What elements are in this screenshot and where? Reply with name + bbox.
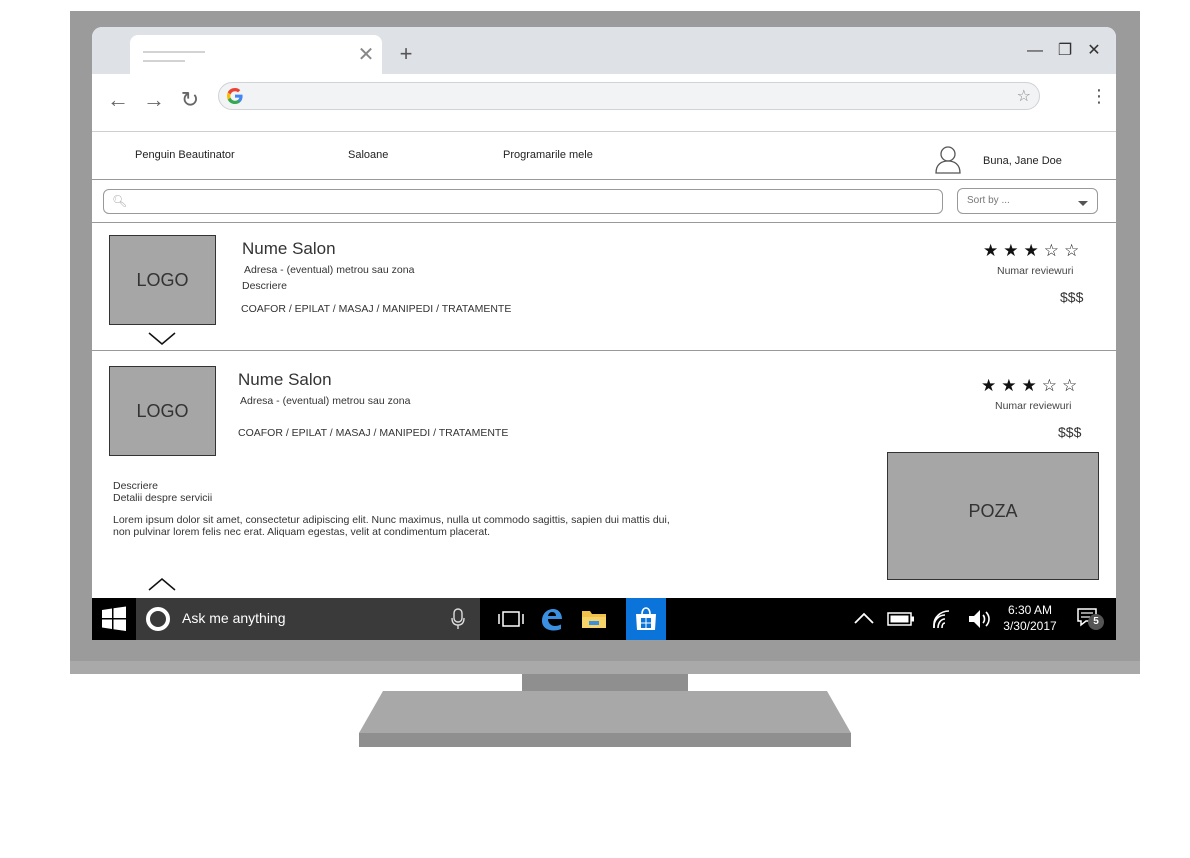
user-icon[interactable]: [934, 144, 962, 174]
detail-subtitle: Detalii despre servicii: [113, 492, 213, 504]
battery-icon[interactable]: [887, 606, 915, 632]
monitor-stand-base: [359, 691, 851, 747]
monitor-bezel-bottom: [70, 661, 1140, 674]
clock-date: 3/30/2017: [1003, 619, 1057, 633]
salon-photo[interactable]: POZA: [887, 452, 1099, 580]
search-icon: 🔍︎: [112, 194, 128, 208]
salon-name[interactable]: Nume Salon: [238, 370, 332, 390]
reload-button[interactable]: ↻: [176, 86, 204, 114]
nav-saloane-link[interactable]: Saloane: [348, 149, 388, 161]
windows-taskbar: Ask me anything 6:30 AM 3/30/2017 5: [92, 598, 1116, 640]
dropdown-caret-icon: [1078, 201, 1088, 206]
screen: ✕ + — ❐ ✕ ← → ↻ ☆ ⋮ Penguin Beautinator …: [92, 27, 1116, 640]
browser-tab-strip: ✕ + — ❐ ✕: [92, 27, 1116, 74]
action-center-button[interactable]: 5: [1076, 607, 1106, 633]
browser-menu-icon[interactable]: ⋮: [1090, 84, 1108, 108]
salon-name[interactable]: Nume Salon: [242, 239, 336, 259]
salon-address: Adresa - (eventual) metrou sau zona: [244, 264, 415, 276]
forward-button[interactable]: →: [140, 86, 168, 114]
salon-description: Descriere: [242, 280, 287, 292]
system-clock[interactable]: 6:30 AM 3/30/2017: [998, 602, 1062, 634]
lorem-text-line: non pulvinar lorem felis nec erat. Aliqu…: [113, 526, 491, 538]
review-count[interactable]: Numar reviewuri: [995, 400, 1071, 412]
search-row: 🔍︎ Sort by ...: [92, 180, 1116, 223]
price-level: $$$: [1058, 424, 1082, 440]
volume-icon[interactable]: [966, 606, 994, 632]
chevron-up-icon[interactable]: [850, 606, 878, 632]
new-tab-button[interactable]: +: [394, 43, 418, 67]
back-button[interactable]: ←: [104, 86, 132, 114]
salon-logo: LOGO: [109, 366, 216, 456]
cortana-placeholder: Ask me anything: [182, 610, 286, 626]
row-divider: [92, 350, 1116, 351]
address-bar[interactable]: ☆: [218, 82, 1040, 110]
tab-close-icon[interactable]: ✕: [356, 45, 376, 65]
rating-stars: ★★★☆☆: [983, 241, 1085, 260]
brand-link[interactable]: Penguin Beautinator: [135, 149, 235, 161]
browser-tab[interactable]: ✕: [130, 35, 382, 74]
edge-icon[interactable]: [537, 606, 565, 632]
app-navbar: Penguin Beautinator Saloane Programarile…: [92, 131, 1116, 180]
search-input[interactable]: 🔍︎: [103, 189, 943, 214]
tab-title-placeholder: [143, 60, 185, 62]
minimize-window-button[interactable]: —: [1023, 39, 1047, 63]
bookmark-star-icon[interactable]: ☆: [1017, 86, 1031, 106]
wifi-icon[interactable]: [930, 606, 958, 632]
notification-count-badge: 5: [1088, 614, 1104, 630]
file-explorer-icon[interactable]: [580, 606, 608, 632]
salon-address: Adresa - (eventual) metrou sau zona: [240, 395, 411, 407]
google-icon: [227, 88, 243, 104]
browser-toolbar: ← → ↻ ☆ ⋮: [92, 74, 1116, 130]
tab-title-placeholder: [143, 51, 205, 53]
salon-services: COAFOR / EPILAT / MASAJ / MANIPEDI / TRA…: [241, 303, 512, 315]
close-window-button[interactable]: ✕: [1082, 39, 1106, 63]
expand-chevron-down-icon[interactable]: [148, 332, 176, 346]
cortana-icon: [146, 607, 170, 631]
clock-time: 6:30 AM: [1007, 603, 1053, 617]
review-count[interactable]: Numar reviewuri: [997, 265, 1073, 277]
detail-title: Descriere: [113, 480, 158, 492]
lorem-text-line: Lorem ipsum dolor sit amet, consectetur …: [113, 514, 670, 526]
salon-logo: LOGO: [109, 235, 216, 325]
store-taskbar-button[interactable]: [626, 598, 666, 640]
collapse-chevron-up-icon[interactable]: [148, 577, 176, 591]
price-level: $$$: [1060, 289, 1084, 305]
user-greeting: Buna, Jane Doe: [983, 155, 1062, 167]
store-icon: [636, 607, 656, 630]
microphone-icon[interactable]: [450, 607, 466, 631]
cortana-search-box[interactable]: Ask me anything: [136, 598, 480, 640]
nav-programari-link[interactable]: Programarile mele: [503, 149, 593, 161]
sort-dropdown[interactable]: Sort by ...: [957, 188, 1098, 214]
rating-stars: ★★★☆☆: [981, 376, 1083, 395]
task-view-icon[interactable]: [497, 606, 525, 632]
salon-services: COAFOR / EPILAT / MASAJ / MANIPEDI / TRA…: [238, 427, 509, 439]
windows-start-icon[interactable]: [92, 598, 136, 640]
restore-window-button[interactable]: ❐: [1053, 39, 1077, 63]
sort-label: Sort by ...: [967, 195, 1010, 206]
